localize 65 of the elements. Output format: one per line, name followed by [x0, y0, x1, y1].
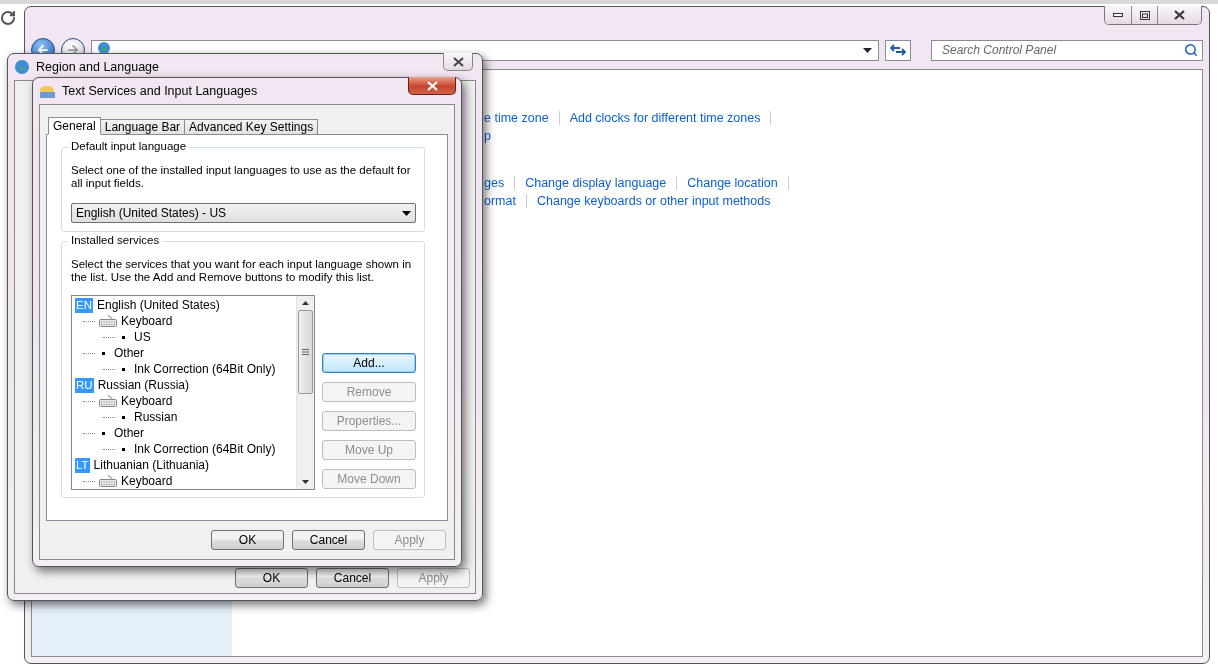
tree-item[interactable]: Lithuanian (Lithuania) — [93, 458, 209, 472]
task-link[interactable]: p — [484, 128, 491, 143]
dialog-button[interactable]: OK — [211, 530, 284, 550]
close-icon — [1174, 10, 1185, 20]
group-legend: Default input language — [68, 140, 190, 152]
dialog-button[interactable]: Cancel — [316, 568, 389, 588]
tree-item[interactable]: US — [134, 330, 151, 344]
tree-item[interactable]: Other — [114, 426, 144, 440]
bullet-icon — [122, 415, 125, 419]
tree-item[interactable]: Ink Correction (64Bit Only) — [134, 362, 276, 376]
close-icon — [426, 80, 438, 91]
minimize-button[interactable] — [1105, 6, 1131, 24]
minimize-icon — [1113, 13, 1123, 17]
tree-item[interactable]: Keyboard — [121, 474, 173, 488]
dialog-button[interactable]: Cancel — [292, 530, 365, 550]
task-link[interactable]: Change display language — [525, 175, 667, 190]
restore-button[interactable] — [1131, 6, 1157, 24]
language-code-badge: EN — [75, 297, 93, 313]
window-title: Text Services and Input Languages — [62, 84, 258, 98]
refresh-button[interactable] — [885, 39, 911, 61]
group-description: Select one of the installed input languages to use as the default for all input fields. — [71, 164, 412, 190]
globe-icon — [14, 59, 30, 75]
language-dropdown[interactable]: English (United States) - US — [71, 203, 416, 223]
tree-item[interactable]: Keyboard — [121, 394, 173, 408]
tree-item[interactable]: Ink Correction (64Bit Only) — [134, 442, 276, 456]
reload-icon[interactable] — [0, 10, 16, 26]
tab[interactable]: General — [48, 117, 101, 135]
group-legend: Installed services — [68, 234, 163, 246]
tab[interactable]: Language Bar — [99, 119, 186, 135]
refresh-icon — [890, 43, 906, 57]
search-field[interactable]: Search Control Panel — [940, 42, 1184, 58]
service-button[interactable]: Add... — [322, 353, 416, 373]
search-box[interactable]: Search Control Panel — [931, 39, 1203, 61]
task-link[interactable]: ormat — [484, 193, 516, 208]
language-code-badge: LT — [75, 457, 90, 473]
close-button[interactable] — [1157, 6, 1201, 24]
task-link[interactable]: e time zone — [484, 110, 549, 125]
dropdown-arrow-icon — [402, 210, 411, 216]
scroll-bar[interactable] — [296, 296, 314, 489]
bullet-icon — [102, 431, 105, 435]
language-code-badge: RU — [75, 377, 94, 393]
bullet-icon — [102, 351, 105, 355]
dropdown-arrow-icon[interactable] — [863, 47, 872, 53]
task-link[interactable]: Add clocks for different time zones — [569, 110, 761, 125]
task-link[interactable]: ges — [484, 175, 505, 190]
group-description: Select the services that you want for each input language shown in the list. Use the Add and Remove buttons to modify this list. — [71, 258, 413, 284]
tree-item[interactable]: English (United States) — [97, 298, 220, 312]
close-button[interactable] — [443, 53, 473, 71]
close-icon — [452, 56, 464, 67]
bullet-icon — [122, 335, 125, 339]
window-title: Region and Language — [36, 60, 160, 74]
search-icon — [1184, 43, 1198, 57]
tab[interactable]: Advanced Key Settings — [184, 119, 319, 135]
globe-icon — [98, 41, 110, 54]
tree-item[interactable]: Russian (Russia) — [97, 378, 189, 392]
dialog-button[interactable]: OK — [235, 568, 308, 588]
task-link[interactable]: Change keyboards or other input methods — [536, 193, 771, 208]
task-link[interactable]: Change location — [687, 175, 778, 190]
close-button[interactable] — [408, 77, 456, 95]
restore-icon — [1139, 10, 1150, 20]
bullet-icon — [122, 367, 125, 371]
tree-item[interactable]: Keyboard — [121, 314, 173, 328]
tree-item[interactable]: Russian — [134, 410, 178, 424]
bullet-icon — [122, 447, 125, 451]
tree-item[interactable]: Other — [114, 346, 144, 360]
